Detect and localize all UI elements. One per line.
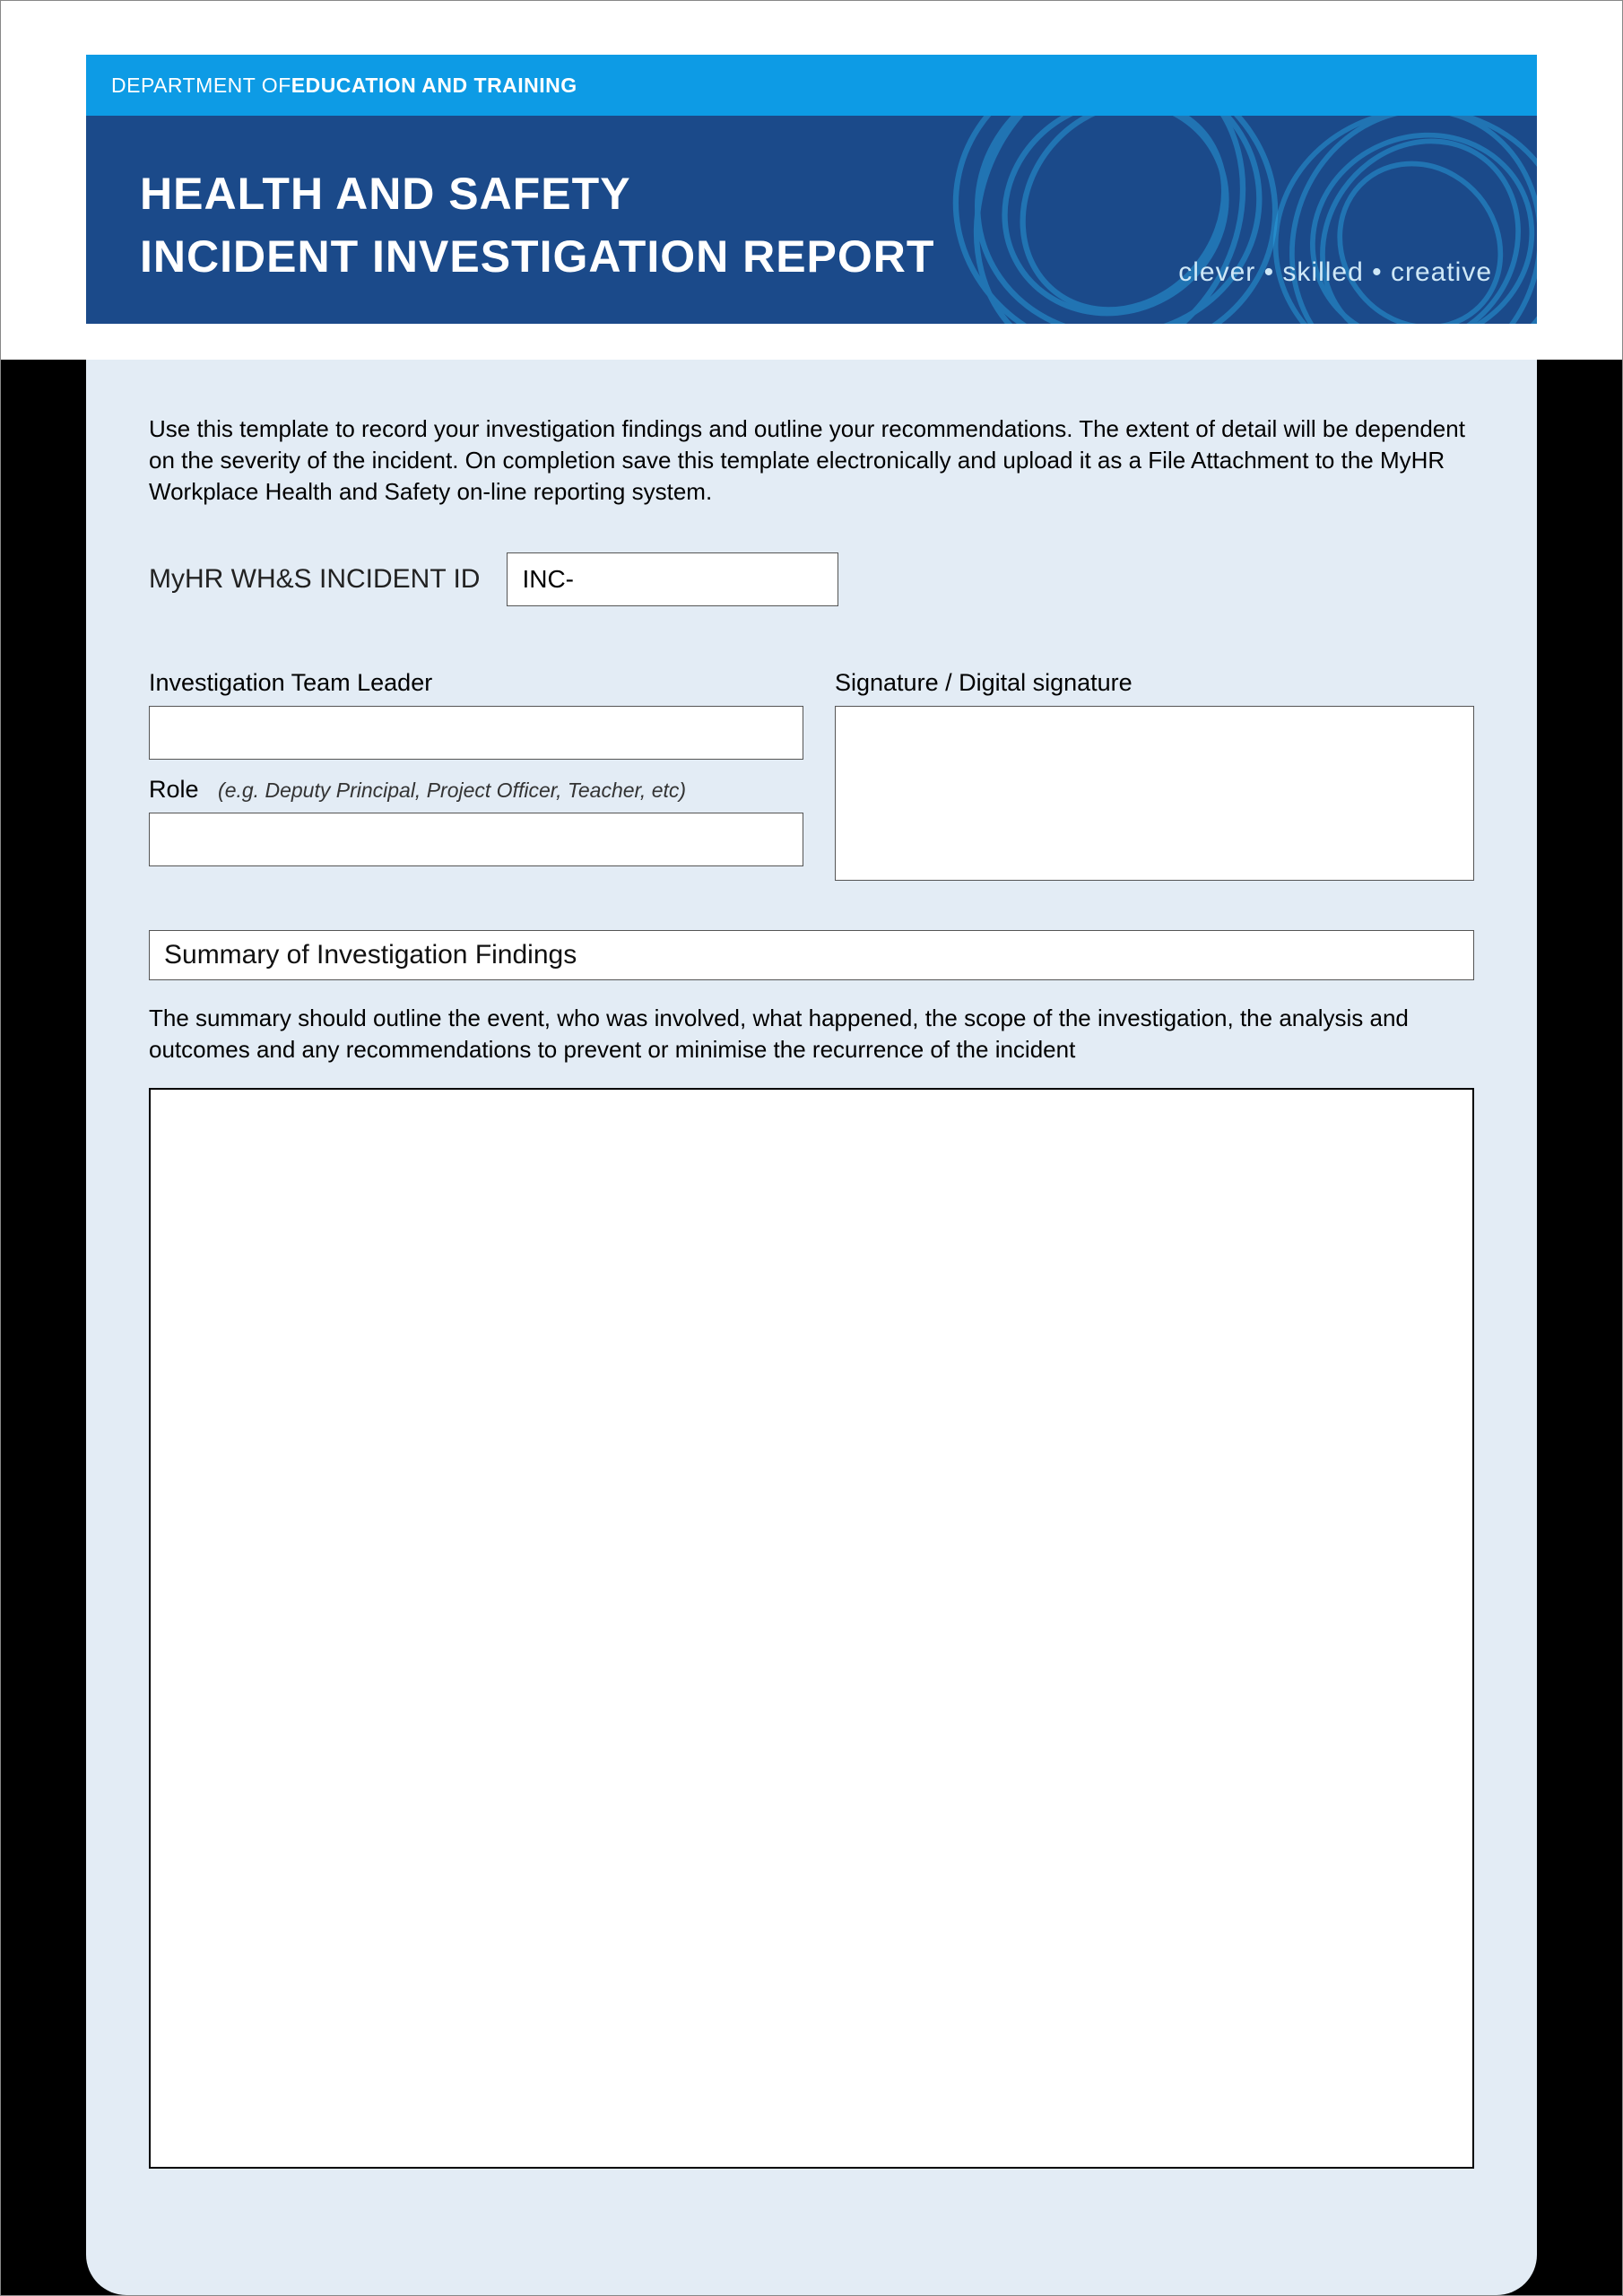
right-column: Signature / Digital signature bbox=[835, 669, 1474, 881]
team-leader-input[interactable] bbox=[149, 706, 803, 760]
incident-id-input[interactable] bbox=[507, 552, 838, 606]
role-hint: (e.g. Deputy Principal, Project Officer,… bbox=[218, 778, 686, 802]
tagline: clever • skilled • creative bbox=[1178, 257, 1492, 288]
department-label-thin: DEPARTMENT OF bbox=[111, 74, 291, 98]
left-column: Investigation Team Leader Role (e.g. Dep… bbox=[149, 669, 803, 881]
summary-description: The summary should outline the event, wh… bbox=[149, 1003, 1474, 1065]
role-input[interactable] bbox=[149, 813, 803, 866]
signature-box[interactable] bbox=[835, 706, 1474, 881]
leader-signature-row: Investigation Team Leader Role (e.g. Dep… bbox=[149, 669, 1474, 881]
page: DEPARTMENT OF EDUCATION AND TRAINING HEA… bbox=[0, 0, 1623, 2296]
department-label-bold: EDUCATION AND TRAINING bbox=[291, 74, 577, 98]
title-line-1: HEALTH AND SAFETY bbox=[140, 162, 934, 225]
signature-label: Signature / Digital signature bbox=[835, 669, 1474, 697]
role-label-row: Role (e.g. Deputy Principal, Project Off… bbox=[149, 776, 803, 804]
form-panel: Use this template to record your investi… bbox=[86, 360, 1537, 2295]
content-frame: Use this template to record your investi… bbox=[1, 360, 1622, 2295]
role-label: Role bbox=[149, 776, 199, 803]
header-banner: DEPARTMENT OF EDUCATION AND TRAINING HEA… bbox=[86, 55, 1537, 324]
summary-textarea[interactable] bbox=[149, 1088, 1474, 2169]
intro-text: Use this template to record your investi… bbox=[149, 413, 1474, 508]
summary-section-header: Summary of Investigation Findings bbox=[149, 930, 1474, 980]
department-strip: DEPARTMENT OF EDUCATION AND TRAINING bbox=[86, 55, 1537, 116]
title-line-2: INCIDENT INVESTIGATION REPORT bbox=[140, 225, 934, 288]
team-leader-label: Investigation Team Leader bbox=[149, 669, 803, 697]
incident-id-label: MyHR WH&S INCIDENT ID bbox=[149, 564, 480, 595]
incident-id-row: MyHR WH&S INCIDENT ID bbox=[149, 552, 1474, 606]
page-title: HEALTH AND SAFETY INCIDENT INVESTIGATION… bbox=[140, 162, 934, 288]
